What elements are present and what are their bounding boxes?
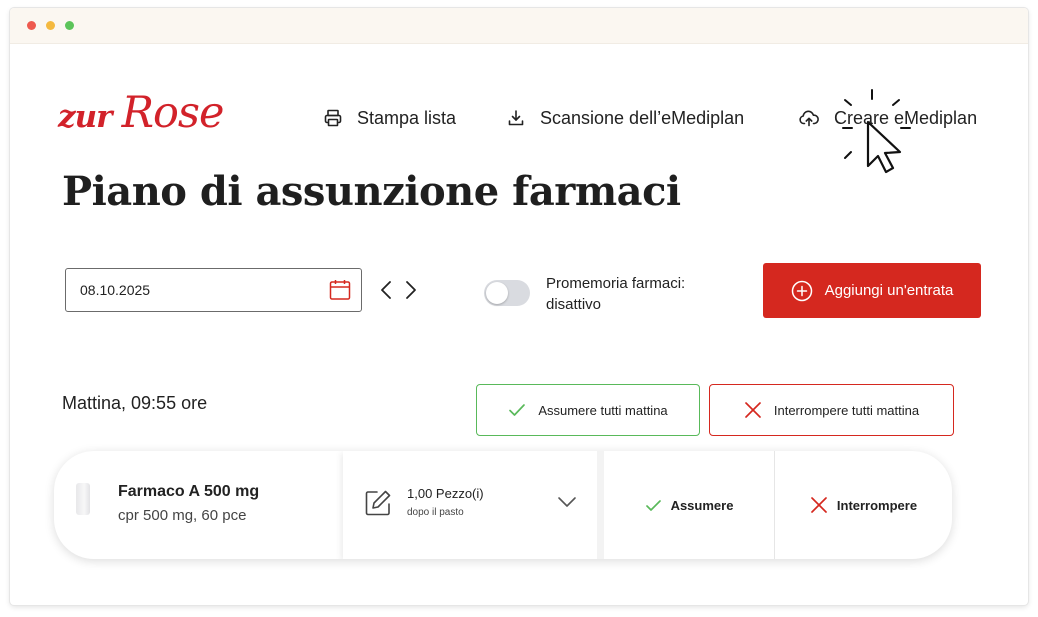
cloud-upload-icon [799, 110, 819, 127]
add-entry-label: Aggiungi un'entrata [824, 282, 954, 299]
print-list-label: Stampa lista [357, 107, 457, 128]
time-slot-label: Mattina, 09:55 ore [62, 393, 208, 413]
download-icon [508, 110, 524, 126]
close-icon [745, 402, 761, 418]
page-title: Piano di assunzione farmaci [62, 168, 681, 215]
card-separator [597, 451, 604, 559]
dose-amount: 1,00 Pezzo(i) [407, 486, 484, 501]
stop-label: Interrompere [836, 497, 918, 513]
medication-image [76, 483, 90, 515]
logo-text-small: zur [58, 99, 112, 135]
take-button[interactable]: Assumere [604, 451, 774, 559]
scan-emediplan-label: Scansione dell’eMediplan [540, 107, 745, 128]
add-entry-button[interactable]: Aggiungi un'entrata [763, 263, 981, 318]
mouse-pointer-icon [842, 89, 911, 174]
dose-note: dopo il pasto [407, 507, 464, 518]
check-icon [509, 404, 526, 416]
reminder-toggle[interactable] [484, 280, 530, 306]
stop-all-morning-label: Interrompere tutti mattina [773, 402, 920, 418]
chevron-left-icon[interactable] [379, 280, 393, 300]
plus-circle-icon [791, 280, 812, 301]
window-titlebar [10, 8, 1028, 44]
printer-icon [324, 109, 342, 127]
browser-window: zur Rose Stampa lista Scansione dell’eMe… [10, 8, 1028, 605]
print-list-link[interactable]: Stampa lista [323, 106, 456, 130]
chevron-right-icon[interactable] [404, 280, 418, 300]
close-icon [811, 497, 827, 513]
window-maximize-dot[interactable] [65, 21, 74, 30]
zur-rose-logo[interactable]: zur Rose [58, 88, 244, 138]
stop-button[interactable]: Interrompere [775, 451, 952, 559]
edit-icon[interactable] [363, 488, 393, 518]
calendar-icon[interactable] [328, 278, 352, 302]
stop-all-morning-button[interactable]: Interrompere tutti mattina [709, 384, 954, 436]
medication-description: cpr 500 mg, 60 pce [118, 507, 247, 524]
toggle-knob [486, 282, 508, 304]
check-icon [645, 499, 661, 511]
take-label: Assumere [670, 497, 734, 513]
reminder-label: Promemoria farmaci: disattivo [546, 275, 686, 313]
logo-text-big: Rose [121, 88, 225, 138]
window-minimize-dot[interactable] [46, 21, 55, 30]
dose-selector[interactable]: 1,00 Pezzo(i) dopo il pasto [343, 451, 597, 559]
chevron-down-icon[interactable] [557, 496, 577, 508]
medication-name: Farmaco A 500 mg [118, 483, 260, 500]
medication-card: Farmaco A 500 mg cpr 500 mg, 60 pce 1,00… [54, 451, 952, 559]
scan-emediplan-link[interactable]: Scansione dell’eMediplan [506, 106, 744, 130]
date-field[interactable]: 08.10.2025 [65, 268, 362, 312]
date-value: 08.10.2025 [80, 282, 151, 298]
take-all-morning-button[interactable]: Assumere tutti mattina [476, 384, 700, 436]
window-close-dot[interactable] [27, 21, 36, 30]
take-all-morning-label: Assumere tutti mattina [538, 402, 668, 418]
